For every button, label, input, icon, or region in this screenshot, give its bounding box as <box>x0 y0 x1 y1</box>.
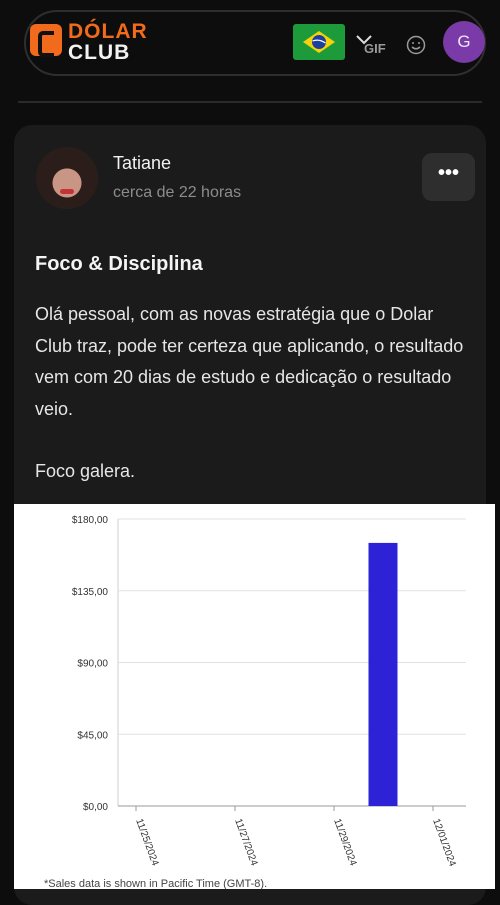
author-name[interactable]: Tatiane <box>113 153 171 174</box>
divider <box>18 101 482 103</box>
y-tick-label: $0,00 <box>83 802 108 813</box>
y-tick-label: $45,00 <box>77 730 108 741</box>
sales-chart-image[interactable]: $180,00 $135,00 $90,00 $45,00 $0,00 11/25/202… <box>14 504 495 890</box>
logo-mark-icon <box>30 24 62 57</box>
post-body: Olá pessoal, com as novas estratégia que… <box>35 299 475 488</box>
logo-text-line2: CLUB <box>68 41 131 64</box>
top-navigation-bar: DÓLAR CLUB GIF G <box>0 0 500 110</box>
post-timestamp: cerca de 22 horas <box>113 184 242 201</box>
y-tick-label: $180,00 <box>72 515 109 526</box>
emoji-icon[interactable] <box>406 35 426 55</box>
bar <box>368 542 398 806</box>
gif-button[interactable]: GIF <box>364 41 386 56</box>
brazil-flag-icon[interactable] <box>293 24 345 60</box>
y-tick-label: $90,00 <box>77 659 108 670</box>
user-avatar[interactable]: G <box>443 21 485 63</box>
more-options-button[interactable]: ••• <box>422 153 475 201</box>
x-tick-label: 12/01/2024 <box>430 817 458 868</box>
post-title: Foco & Disciplina <box>35 253 203 275</box>
post-paragraph: Foco galera. <box>35 461 136 481</box>
x-tick-label: 11/27/2024 <box>232 817 259 868</box>
post-paragraph: Olá pessoal, com as novas estratégia que… <box>35 304 464 419</box>
x-tick-label: 11/29/2024 <box>331 817 358 868</box>
sales-bar-chart: $180,00 $135,00 $90,00 $45,00 $0,00 11/25/202… <box>72 515 466 868</box>
chart-footnote: *Sales data is shown in Pacific Time (GM… <box>44 878 268 890</box>
x-tick-label: 11/25/2024 <box>133 817 160 868</box>
y-tick-label: $135,00 <box>72 587 109 598</box>
author-avatar[interactable] <box>36 147 98 209</box>
